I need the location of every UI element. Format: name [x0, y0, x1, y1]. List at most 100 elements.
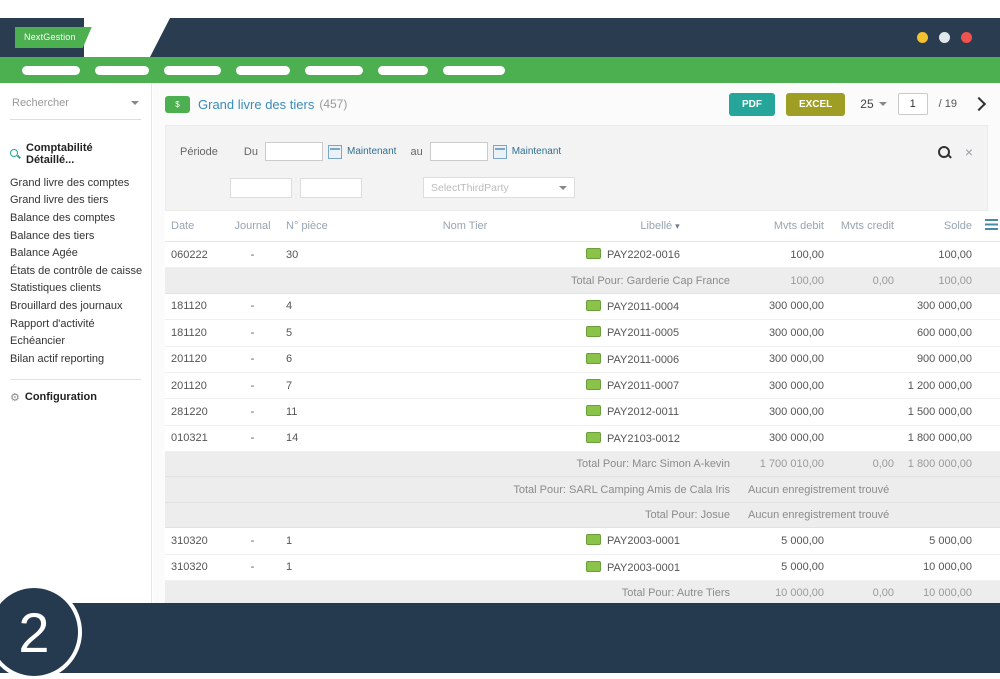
sidebar-item[interactable]: Brouillard des journaux — [10, 297, 141, 315]
table-row: 010321-14PAY2103-0012300 000,001 800 000… — [165, 425, 1000, 451]
sidebar-item[interactable]: États de contrôle de caisse — [10, 262, 141, 280]
column-header-mvts-debit[interactable]: Mvts debit — [740, 211, 830, 242]
cell-libelle: PAY2103-0012 — [580, 425, 740, 451]
cell-libelle: PAY2012-0011 — [580, 399, 740, 425]
table-row: 281220-11PAY2012-0011300 000,001 500 000… — [165, 399, 1000, 425]
cell-credit — [830, 399, 900, 425]
pdf-button[interactable]: PDF — [729, 93, 775, 116]
maintenant-from-link[interactable]: Maintenant — [347, 146, 396, 157]
cell-options — [978, 528, 1000, 554]
cell-nom-tier — [350, 372, 580, 398]
cell-debit: 300 000,00 — [740, 399, 830, 425]
sidebar-item[interactable]: Balance des comptes — [10, 209, 141, 227]
cash-icon — [586, 561, 601, 572]
date-to-input[interactable] — [430, 142, 488, 161]
window-dot-light[interactable] — [939, 32, 950, 43]
cash-icon — [586, 300, 601, 311]
main-nav — [0, 57, 1000, 83]
cell-options — [978, 372, 1000, 398]
total-label: Total Pour: Marc Simon A-kevin — [165, 452, 740, 477]
total-solde — [900, 477, 978, 502]
total-row-empty: Total Pour: JosueAucun enregistrement tr… — [165, 502, 1000, 527]
sidebar-item[interactable]: Grand livre des comptes — [10, 174, 141, 192]
cell-solde: 900 000,00 — [900, 346, 978, 372]
cell-libelle: PAY2011-0005 — [580, 320, 740, 346]
cell-credit — [830, 293, 900, 319]
total-row: Total Pour: Marc Simon A-kevin1 700 010,… — [165, 452, 1000, 477]
nav-item[interactable] — [236, 66, 290, 75]
search-icon[interactable] — [937, 145, 951, 159]
sidebar-search-select[interactable]: Rechercher — [10, 95, 141, 120]
sidebar-item[interactable]: Statistiques clients — [10, 280, 141, 298]
column-header-options[interactable] — [978, 211, 1000, 242]
total-row-empty: Total Pour: SARL Camping Amis de Cala Ir… — [165, 477, 1000, 502]
sidebar-search-placeholder: Rechercher — [12, 97, 69, 109]
cell-debit: 100,00 — [740, 242, 830, 268]
cell-debit: 300 000,00 — [740, 425, 830, 451]
periode-label: Période — [180, 146, 218, 158]
sidebar-section-title: Comptabilité Détaillé... — [26, 142, 141, 166]
nav-item[interactable] — [305, 66, 363, 75]
sidebar-item[interactable]: Rapport d'activité — [10, 315, 141, 333]
third-party-select[interactable]: SelectThirdParty — [423, 177, 575, 198]
column-header-solde[interactable]: Solde — [900, 211, 978, 242]
piece-filter-input[interactable] — [300, 178, 362, 198]
cell-credit — [830, 346, 900, 372]
column-header-mvts-credit[interactable]: Mvts credit — [830, 211, 900, 242]
sidebar-item[interactable]: Grand livre des tiers — [10, 192, 141, 210]
total-row: Total Pour: Autre Tiers10 000,000,0010 0… — [165, 580, 1000, 603]
clear-filters-icon[interactable]: × — [965, 145, 973, 159]
cell-libelle: PAY2011-0004 — [580, 293, 740, 319]
calendar-icon[interactable] — [493, 145, 507, 159]
journal-filter-input[interactable] — [230, 178, 292, 198]
cell-journal: - — [225, 293, 280, 319]
chevron-down-icon — [559, 186, 567, 190]
table-row: 060222-30PAY2202-0016100,00100,00 — [165, 242, 1000, 268]
cell-debit: 5 000,00 — [740, 528, 830, 554]
sidebar-item[interactable]: Echéancier — [10, 332, 141, 350]
column-header-libelle[interactable]: Libellé▾ — [580, 211, 740, 242]
maintenant-to-link[interactable]: Maintenant — [512, 146, 561, 157]
nav-item[interactable] — [95, 66, 149, 75]
list-icon[interactable] — [985, 219, 998, 230]
nav-item[interactable] — [22, 66, 80, 75]
cell-journal: - — [225, 346, 280, 372]
cell-credit — [830, 242, 900, 268]
sidebar-item-configuration[interactable]: ⚙ Configuration — [10, 391, 141, 404]
sidebar-item[interactable]: Balance Agée — [10, 244, 141, 262]
cell-options — [978, 502, 1000, 527]
nav-item[interactable] — [443, 66, 505, 75]
cell-nom-tier — [350, 293, 580, 319]
sidebar-item[interactable]: Balance des tiers — [10, 227, 141, 245]
sidebar-item[interactable]: Bilan actif reporting — [10, 350, 141, 368]
sort-desc-icon: ▾ — [675, 221, 680, 231]
nav-item[interactable] — [164, 66, 221, 75]
window-controls — [917, 32, 972, 43]
cell-date: 310320 — [165, 528, 225, 554]
calendar-icon[interactable] — [328, 145, 342, 159]
column-header-journal[interactable]: Journal — [225, 211, 280, 242]
sidebar-section-header: Comptabilité Détaillé... — [10, 142, 141, 166]
page-size-select[interactable]: 25 — [860, 97, 886, 111]
column-header-nom-tier[interactable]: Nom Tier — [350, 211, 580, 242]
cell-debit: 300 000,00 — [740, 372, 830, 398]
topbar: NextGestion — [0, 18, 1000, 57]
column-header-piece[interactable]: N° pièce — [280, 211, 350, 242]
excel-button[interactable]: EXCEL — [786, 93, 845, 116]
window-dot-yellow[interactable] — [917, 32, 928, 43]
cell-solde: 1 800 000,00 — [900, 425, 978, 451]
cell-nom-tier — [350, 399, 580, 425]
next-page-icon[interactable] — [972, 97, 986, 111]
app-logo[interactable]: NextGestion — [15, 27, 92, 48]
cell-journal: - — [225, 399, 280, 425]
cell-options — [978, 320, 1000, 346]
date-from-input[interactable] — [265, 142, 323, 161]
page-number-input[interactable] — [898, 93, 928, 115]
cell-nom-tier — [350, 346, 580, 372]
page-title: Grand livre des tiers — [198, 97, 314, 112]
sidebar: Rechercher Comptabilité Détaillé... Gran… — [0, 83, 152, 603]
nav-item[interactable] — [378, 66, 428, 75]
no-records-message: Aucun enregistrement trouvé — [740, 502, 900, 527]
column-header-date[interactable]: Date — [165, 211, 225, 242]
window-dot-red[interactable] — [961, 32, 972, 43]
